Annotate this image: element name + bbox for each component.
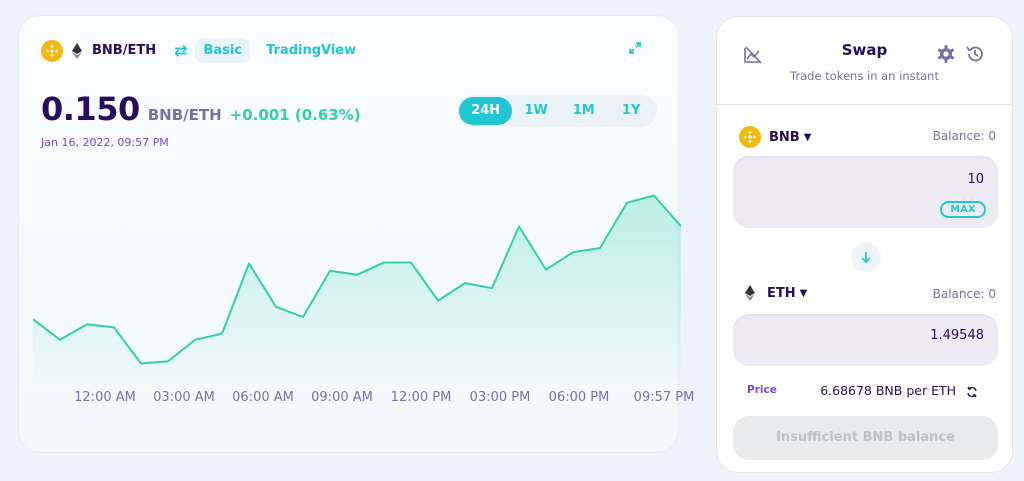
price-value: 0.150 [41, 90, 140, 128]
range-tab-1m[interactable]: 1M [560, 97, 608, 125]
x-axis-ticks: 12:00 AM 03:00 AM 06:00 AM 09:00 AM 12:00 PM… [37, 390, 694, 406]
expand-icon[interactable] [628, 40, 642, 59]
refresh-icon[interactable] [966, 383, 978, 402]
bnb-coin-icon [739, 126, 761, 148]
to-token-name: ETH [767, 285, 796, 301]
from-token-selector[interactable]: BNB ▼ [739, 126, 811, 148]
from-balance: Balance: 0 [932, 129, 996, 143]
x-tick-label: 09:00 AM [311, 390, 373, 405]
insufficient-balance-button[interactable]: Insufficient BNB balance [733, 416, 998, 460]
chart-area [33, 195, 681, 381]
x-tick-label: 06:00 AM [232, 390, 294, 405]
max-button[interactable]: MAX [940, 201, 986, 218]
price-change: +0.001 (0.63%) [229, 106, 361, 124]
bnb-coin-icon [41, 39, 63, 62]
swap-arrows-icon[interactable]: ⇄ [174, 41, 187, 60]
from-amount-field[interactable]: 10 MAX [733, 156, 998, 228]
x-tick-label: 03:00 AM [153, 390, 215, 405]
pair-label: BNB/ETH [92, 43, 157, 58]
price-date: Jan 16, 2022, 09:57 PM [41, 136, 169, 149]
price-chart [33, 194, 681, 381]
swap-card: Swap Trade tokens in an instant BNB ▼ Ba… [716, 16, 1013, 473]
history-icon[interactable] [965, 44, 985, 68]
swap-header: Swap Trade tokens in an instant [717, 17, 1012, 105]
to-amount-field[interactable]: 1.49548 [733, 314, 998, 366]
price-summary: 0.150 BNB/ETH +0.001 (0.63%) [41, 90, 361, 128]
x-tick-label: 06:00 PM [548, 390, 610, 405]
price-label: Price [747, 384, 777, 396]
to-token-selector[interactable]: ETH ▼ [739, 284, 807, 302]
chevron-down-icon: ▼ [799, 287, 808, 299]
swap-subtitle: Trade tokens in an instant [790, 69, 939, 83]
price-pair: BNB/ETH [147, 106, 222, 124]
pair-header: BNB/ETH ⇄ Basic TradingView [41, 38, 364, 63]
mode-basic-button[interactable]: Basic [195, 38, 251, 63]
x-tick-label: 09:57 PM [633, 390, 695, 405]
range-tab-1w[interactable]: 1W [512, 97, 560, 125]
mode-tradingview-button[interactable]: TradingView [258, 38, 364, 63]
range-tab-1y[interactable]: 1Y [607, 97, 655, 125]
x-tick-label: 12:00 AM [74, 390, 136, 405]
range-tab-24h[interactable]: 24H [459, 97, 513, 125]
chevron-down-icon: ▼ [803, 131, 812, 143]
x-tick-label: 12:00 PM [390, 390, 452, 405]
to-amount-value[interactable]: 1.49548 [930, 328, 984, 343]
switch-direction-button[interactable] [851, 242, 881, 272]
to-balance: Balance: 0 [932, 287, 996, 301]
range-tabs: 24H 1W 1M 1Y [457, 95, 657, 127]
from-amount-value[interactable]: 10 [967, 172, 984, 187]
arrow-down-icon [861, 252, 871, 264]
eth-coin-icon [68, 42, 86, 60]
x-tick-label: 03:00 PM [469, 390, 531, 405]
exchange-rate: 6.68678 BNB per ETH [820, 383, 956, 398]
chart-card: BNB/ETH ⇄ Basic TradingView 0.150 BNB/ET… [18, 15, 694, 453]
from-token-name: BNB [769, 129, 800, 145]
gear-icon[interactable] [936, 44, 956, 68]
eth-coin-icon [741, 284, 759, 302]
